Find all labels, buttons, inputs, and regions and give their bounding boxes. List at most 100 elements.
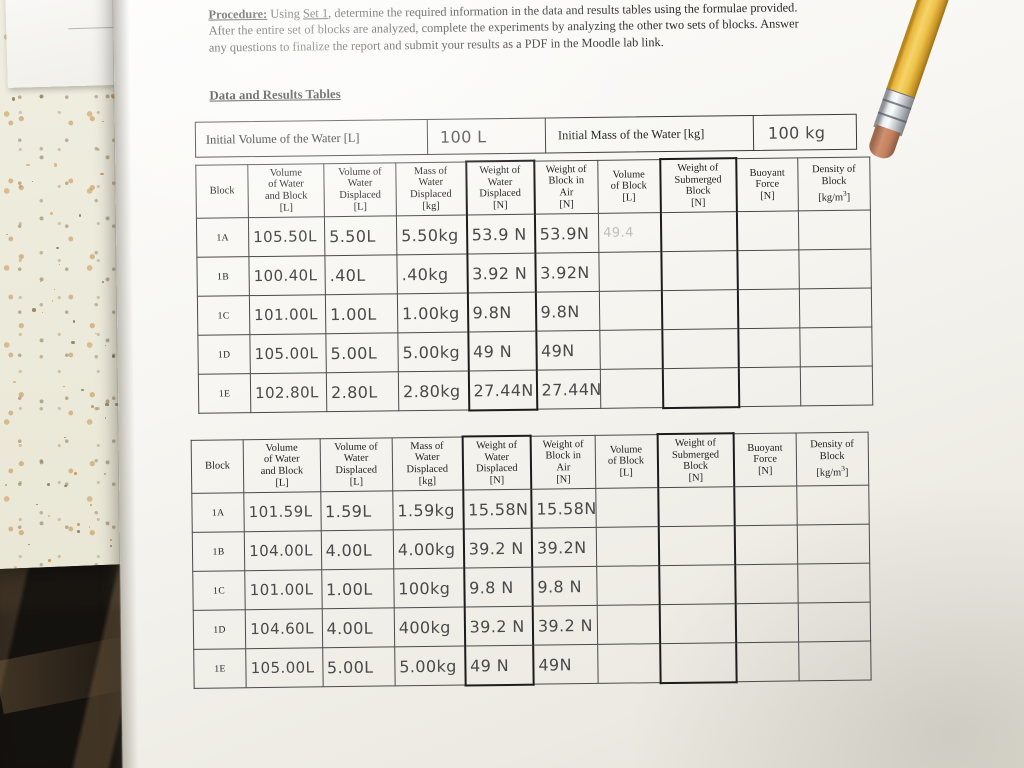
cell-weight_displaced[interactable]: 15.58N bbox=[462, 489, 532, 530]
cell-mass_displaced[interactable]: 100kg bbox=[393, 568, 465, 609]
cell-buoyant[interactable] bbox=[735, 603, 799, 644]
cell-weight_submerged[interactable] bbox=[658, 565, 736, 606]
cell-vol_displaced[interactable]: 1.00L bbox=[321, 569, 395, 610]
cell-vol_displaced[interactable]: 5.50L bbox=[324, 216, 397, 257]
cell-vol_block[interactable] bbox=[599, 329, 663, 370]
cell-vol_displaced[interactable]: 4.00L bbox=[321, 608, 395, 649]
cell-weight_air[interactable]: 9.8 N bbox=[532, 566, 597, 607]
handwritten-value: 101.00L bbox=[254, 305, 318, 325]
cell-vol_water_block[interactable]: 100.40L bbox=[248, 256, 326, 297]
cell-weight_air[interactable]: 49N bbox=[535, 330, 601, 371]
cell-weight_displaced[interactable]: 49 N bbox=[467, 331, 537, 372]
cell-vol_water_block[interactable]: 101.00L bbox=[244, 570, 322, 611]
cell-vol_displaced[interactable]: 5.00L bbox=[325, 333, 399, 374]
cell-density[interactable] bbox=[799, 327, 873, 368]
cell-vol_displaced[interactable]: 1.59L bbox=[320, 491, 394, 532]
cell-buoyant[interactable] bbox=[737, 328, 801, 369]
cell-density[interactable] bbox=[799, 288, 872, 329]
cell-weight_submerged[interactable] bbox=[660, 251, 738, 291]
cell-weight_submerged[interactable] bbox=[660, 212, 737, 252]
cell-buoyant[interactable] bbox=[735, 642, 799, 683]
cell-vol_water_block[interactable]: 104.00L bbox=[244, 531, 322, 572]
cell-mass_displaced[interactable]: 5.00kg bbox=[394, 646, 466, 687]
cell-weight_submerged[interactable] bbox=[659, 643, 737, 684]
cell-mass_displaced[interactable]: .40kg bbox=[396, 254, 468, 295]
counter-speck bbox=[28, 544, 30, 546]
cell-vol_block[interactable] bbox=[597, 644, 661, 684]
cell-density[interactable] bbox=[796, 485, 870, 526]
initial-mass-value-cell[interactable]: 100 kg bbox=[754, 115, 854, 150]
cell-weight_air[interactable]: 49N bbox=[533, 644, 598, 685]
cell-buoyant[interactable] bbox=[738, 367, 801, 408]
cell-vol_block[interactable] bbox=[600, 368, 663, 409]
cell-buoyant[interactable] bbox=[734, 525, 798, 566]
cell-density[interactable] bbox=[797, 602, 871, 643]
cell-weight_displaced[interactable]: 53.9 N bbox=[466, 214, 535, 255]
cell-buoyant[interactable] bbox=[737, 289, 800, 330]
cell-density[interactable] bbox=[798, 210, 871, 251]
cell-mass_displaced[interactable]: 2.80kg bbox=[398, 371, 469, 412]
handwritten-value: 39.2 N bbox=[469, 616, 525, 637]
column-header-2: Volume of Water Displaced [L] bbox=[319, 437, 393, 493]
cell-mass_displaced[interactable]: 5.00kg bbox=[397, 332, 469, 373]
cell-vol_displaced[interactable]: .40L bbox=[324, 255, 398, 296]
cell-vol_water_block[interactable]: 101.59L bbox=[244, 492, 321, 533]
cell-weight_submerged[interactable] bbox=[659, 604, 736, 645]
cell-vol_block[interactable] bbox=[596, 605, 660, 645]
cell-buoyant[interactable] bbox=[734, 486, 797, 527]
cell-vol_block[interactable] bbox=[599, 290, 662, 331]
cell-weight_submerged[interactable] bbox=[657, 487, 735, 528]
cell-vol_water_block[interactable]: 105.50L bbox=[248, 217, 325, 258]
cell-mass_displaced[interactable]: 1.00kg bbox=[397, 293, 468, 334]
cell-vol_water_block[interactable]: 105.00L bbox=[245, 648, 323, 689]
cell-density[interactable] bbox=[800, 366, 873, 407]
cell-weight_air[interactable]: 39.2 N bbox=[532, 605, 598, 646]
cell-weight_displaced[interactable]: 39.2 N bbox=[463, 528, 533, 569]
cell-weight_submerged[interactable] bbox=[662, 368, 739, 408]
column-header-9: Density of Block [kg/m3] bbox=[795, 431, 869, 487]
cell-vol_block[interactable] bbox=[598, 251, 662, 292]
cell-buoyant[interactable] bbox=[735, 564, 798, 605]
cell-weight_displaced[interactable]: 9.8 N bbox=[463, 567, 533, 608]
handwritten-value: 1.59L bbox=[324, 501, 372, 522]
cell-vol_block[interactable]: 49.4 bbox=[598, 212, 661, 253]
cell-vol_block[interactable] bbox=[595, 488, 659, 528]
cell-density[interactable] bbox=[798, 249, 872, 290]
cell-mass_displaced[interactable]: 5.50kg bbox=[396, 215, 467, 256]
cell-weight_submerged[interactable] bbox=[658, 526, 736, 567]
cell-density[interactable] bbox=[797, 563, 871, 604]
cell-weight_displaced[interactable]: 3.92 N bbox=[466, 253, 536, 294]
cell-vol_displaced[interactable]: 4.00L bbox=[320, 530, 394, 571]
cell-weight_air[interactable]: 9.8N bbox=[535, 291, 600, 332]
cell-vol_block[interactable] bbox=[596, 566, 660, 606]
cell-mass_displaced[interactable]: 4.00kg bbox=[393, 529, 464, 570]
cell-weight_air[interactable]: 27.44N bbox=[536, 369, 602, 410]
cell-buoyant[interactable] bbox=[736, 211, 799, 252]
cell-density[interactable] bbox=[798, 641, 872, 682]
cell-mass_displaced[interactable]: 400kg bbox=[394, 607, 465, 648]
initial-volume-value-cell[interactable]: 100 L bbox=[427, 118, 547, 154]
cell-weight_air[interactable]: 53.9N bbox=[534, 213, 599, 254]
cell-vol_water_block[interactable]: 104.60L bbox=[245, 609, 323, 650]
cell-vol_water_block[interactable]: 102.80L bbox=[250, 373, 327, 413]
cell-weight_air[interactable]: 3.92N bbox=[534, 252, 600, 293]
cell-density[interactable] bbox=[796, 524, 870, 565]
counter-speck bbox=[64, 485, 67, 488]
cell-weight_displaced[interactable]: 39.2 N bbox=[464, 606, 534, 647]
cell-weight_displaced[interactable]: 9.8N bbox=[467, 292, 536, 333]
cell-weight_air[interactable]: 39.2N bbox=[531, 527, 597, 568]
cell-vol_water_block[interactable]: 105.00L bbox=[249, 334, 327, 374]
table-row: 1E 105.00L 5.00L 5.00kg 49 N 49N bbox=[193, 641, 872, 689]
cell-weight_submerged[interactable] bbox=[661, 290, 738, 330]
cell-vol_displaced[interactable]: 2.80L bbox=[326, 372, 399, 413]
cell-weight_submerged[interactable] bbox=[661, 329, 739, 369]
cell-vol_displaced[interactable]: 5.00L bbox=[322, 647, 396, 688]
cell-vol_block[interactable] bbox=[595, 527, 659, 567]
cell-weight_displaced[interactable]: 27.44N bbox=[468, 370, 537, 411]
cell-mass_displaced[interactable]: 1.59kg bbox=[392, 490, 464, 531]
cell-buoyant[interactable] bbox=[736, 250, 800, 291]
cell-vol_displaced[interactable]: 1.00L bbox=[325, 294, 398, 335]
cell-vol_water_block[interactable]: 101.00L bbox=[249, 295, 326, 336]
cell-weight_air[interactable]: 15.58N bbox=[531, 488, 597, 529]
cell-weight_displaced[interactable]: 49 N bbox=[464, 645, 534, 686]
